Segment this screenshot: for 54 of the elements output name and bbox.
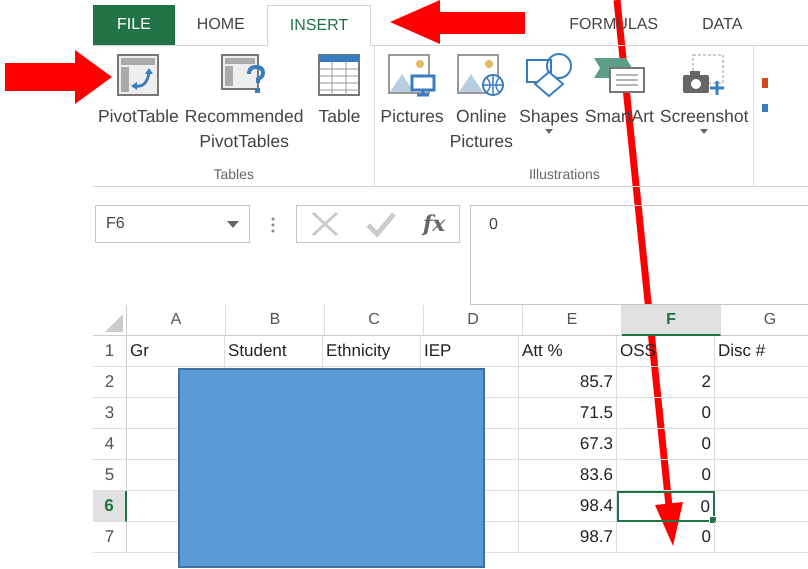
table-cell: 0 bbox=[617, 398, 715, 429]
column-header[interactable]: F bbox=[622, 305, 721, 336]
row-header[interactable]: 6 bbox=[93, 491, 127, 522]
grip-icon[interactable] bbox=[271, 217, 275, 233]
check-icon[interactable] bbox=[366, 211, 396, 237]
row-header[interactable]: 7 bbox=[93, 522, 127, 553]
caret-icon bbox=[227, 220, 239, 228]
table-cell: 0 bbox=[617, 491, 715, 522]
ribbon-button[interactable]: Pictures bbox=[377, 52, 447, 129]
table-cell: 71.5 bbox=[519, 398, 617, 429]
column-header[interactable]: A bbox=[127, 305, 226, 336]
pivot-table-icon bbox=[117, 52, 160, 98]
column-header[interactable]: B bbox=[226, 305, 325, 336]
ribbon-button[interactable]: Recommended PivotTables bbox=[182, 52, 306, 154]
table-cell: 83.6 bbox=[519, 460, 617, 491]
row-header[interactable]: 2 bbox=[93, 367, 127, 398]
group-label: Illustrations bbox=[529, 166, 600, 182]
picture-globe-icon bbox=[457, 52, 506, 98]
row-header[interactable]: 4 bbox=[93, 429, 127, 460]
group-label: Tables bbox=[213, 166, 254, 182]
select-all-icon[interactable] bbox=[105, 314, 123, 332]
ribbon-button[interactable]: Online Pictures bbox=[446, 52, 516, 154]
table-cell: Disc # bbox=[715, 336, 808, 367]
cancel-icon[interactable] bbox=[310, 211, 339, 237]
table-cell: 67.3 bbox=[519, 429, 617, 460]
table-cell: Att % bbox=[519, 336, 617, 367]
name-box[interactable]: F6 bbox=[95, 205, 250, 243]
column-header[interactable]: C bbox=[325, 305, 424, 336]
ribbon-tab[interactable]: DATA bbox=[680, 5, 764, 45]
column-header[interactable]: D bbox=[424, 305, 523, 336]
table-cell: Gr bbox=[127, 336, 225, 367]
table-cell: 0 bbox=[617, 429, 715, 460]
column-header[interactable]: G bbox=[721, 305, 808, 336]
ribbon-button[interactable]: Screenshot bbox=[656, 52, 752, 134]
ribbon-button[interactable]: Shapes bbox=[516, 52, 582, 134]
table-cell: 85.7 bbox=[519, 367, 617, 398]
ribbon-tab[interactable]: HOME bbox=[174, 5, 267, 45]
table-cell: Ethnicity bbox=[323, 336, 421, 367]
row-header[interactable]: 1 bbox=[93, 336, 127, 367]
table-cell: 98.7 bbox=[519, 522, 617, 553]
table-cell: 98.4 bbox=[519, 491, 617, 522]
table-cell: Student bbox=[225, 336, 323, 367]
ribbon-tab[interactable]: INSERT bbox=[266, 5, 372, 46]
table-icon bbox=[318, 52, 360, 98]
table-cell: 2 bbox=[617, 367, 715, 398]
ribbon-button[interactable]: Table bbox=[306, 52, 372, 129]
ribbon-button[interactable]: PivotTable bbox=[95, 52, 182, 129]
file-tab[interactable]: FILE bbox=[93, 5, 175, 45]
shapes-icon bbox=[524, 52, 573, 98]
picture-monitor-icon bbox=[388, 52, 436, 98]
row-header[interactable]: 3 bbox=[93, 398, 127, 429]
table-cell: 0 bbox=[617, 460, 715, 491]
table-cell: IEP bbox=[421, 336, 519, 367]
insert-function-button[interactable]: fx bbox=[422, 211, 446, 237]
